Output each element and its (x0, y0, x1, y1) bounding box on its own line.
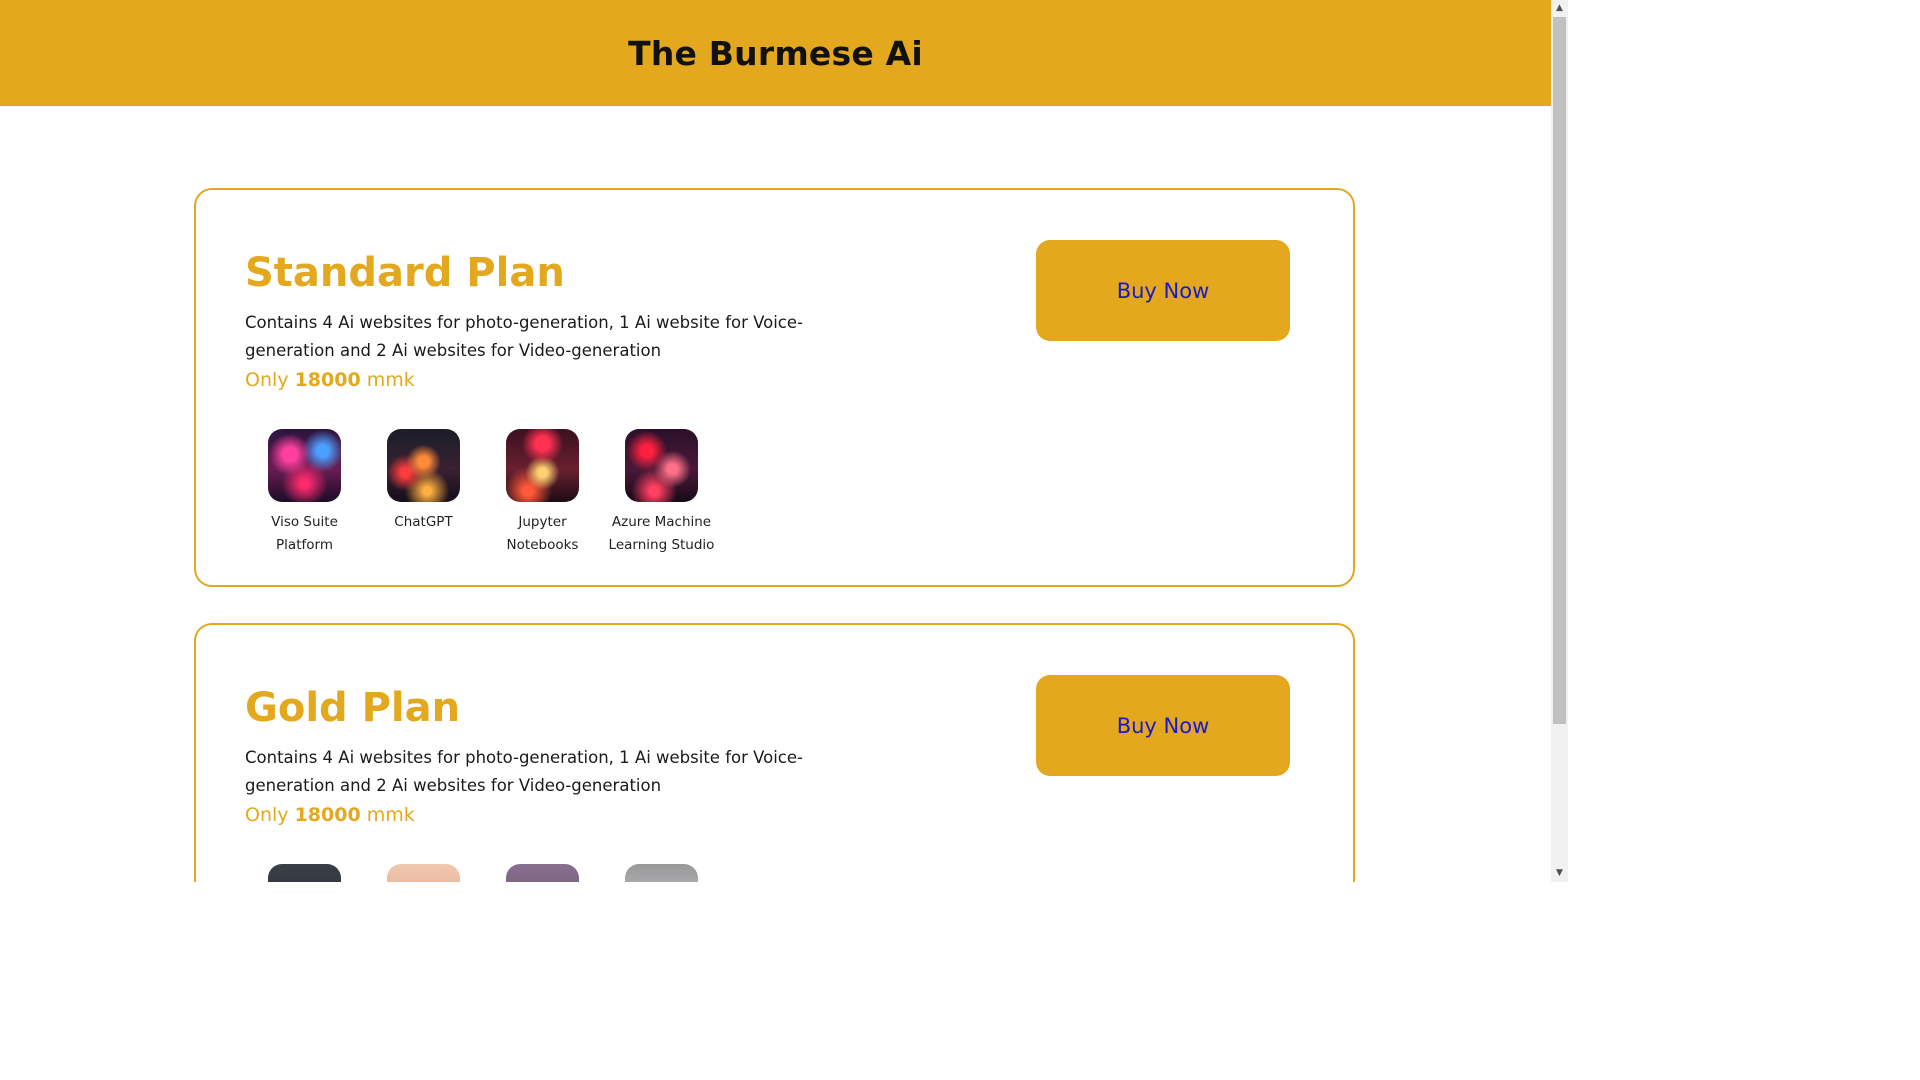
viso-suite-image (268, 429, 341, 502)
scroll-up-icon[interactable]: ▲ (1551, 0, 1568, 17)
buy-now-button[interactable]: Buy Now (1036, 675, 1290, 776)
price-prefix: Only (245, 369, 289, 391)
tool-item[interactable]: Viso Suite Platform (245, 429, 364, 557)
tool-image (625, 864, 698, 882)
tool-item[interactable] (364, 864, 483, 882)
tool-image (387, 864, 460, 882)
plan-title: Standard Plan (245, 250, 565, 296)
tool-item[interactable]: ChatGPT (364, 429, 483, 557)
plan-price: Only 18000 mmk (245, 366, 415, 394)
tool-item[interactable]: Azure Machine Learning Studio (602, 429, 721, 557)
tool-label: ChatGPT (394, 514, 453, 530)
page: The Burmese Ai Standard Plan Contains 4 … (0, 0, 1568, 882)
buy-now-button[interactable]: Buy Now (1036, 240, 1290, 341)
tool-item[interactable] (483, 864, 602, 882)
tool-label: Viso Suite Platform (271, 514, 338, 553)
tool-label: Jupyter Notebooks (506, 514, 579, 553)
plan-description: Contains 4 Ai websites for photo-generat… (245, 313, 803, 360)
site-header: The Burmese Ai (0, 0, 1551, 106)
price-unit: mmk (366, 804, 415, 826)
tool-label: Azure Machine Learning Studio (608, 514, 715, 553)
plan-description: Contains 4 Ai websites for photo-generat… (245, 748, 803, 795)
vertical-scrollbar[interactable]: ▲ ▼ (1551, 0, 1568, 882)
jupyter-image (506, 429, 579, 502)
scrollbar-thumb[interactable] (1553, 17, 1566, 724)
tool-item[interactable] (245, 864, 364, 882)
tool-item[interactable] (602, 864, 721, 882)
plan-card-gold: Gold Plan Contains 4 Ai websites for pho… (194, 623, 1355, 882)
price-amount: 18000 (294, 804, 361, 826)
tool-item[interactable]: Jupyter Notebooks (483, 429, 602, 557)
plan-price: Only 18000 mmk (245, 801, 415, 829)
price-prefix: Only (245, 804, 289, 826)
tool-list (245, 864, 721, 882)
plan-card-standard: Standard Plan Contains 4 Ai websites for… (194, 188, 1355, 587)
price-unit: mmk (366, 369, 415, 391)
azure-ml-image (625, 429, 698, 502)
tool-image (268, 864, 341, 882)
tool-image (506, 864, 579, 882)
chatgpt-image (387, 429, 460, 502)
tool-list: Viso Suite Platform ChatGPT Jupyter Note… (245, 429, 721, 557)
price-amount: 18000 (294, 369, 361, 391)
site-title: The Burmese Ai (628, 33, 923, 73)
scroll-down-icon[interactable]: ▼ (1551, 865, 1568, 882)
plan-title: Gold Plan (245, 685, 461, 731)
